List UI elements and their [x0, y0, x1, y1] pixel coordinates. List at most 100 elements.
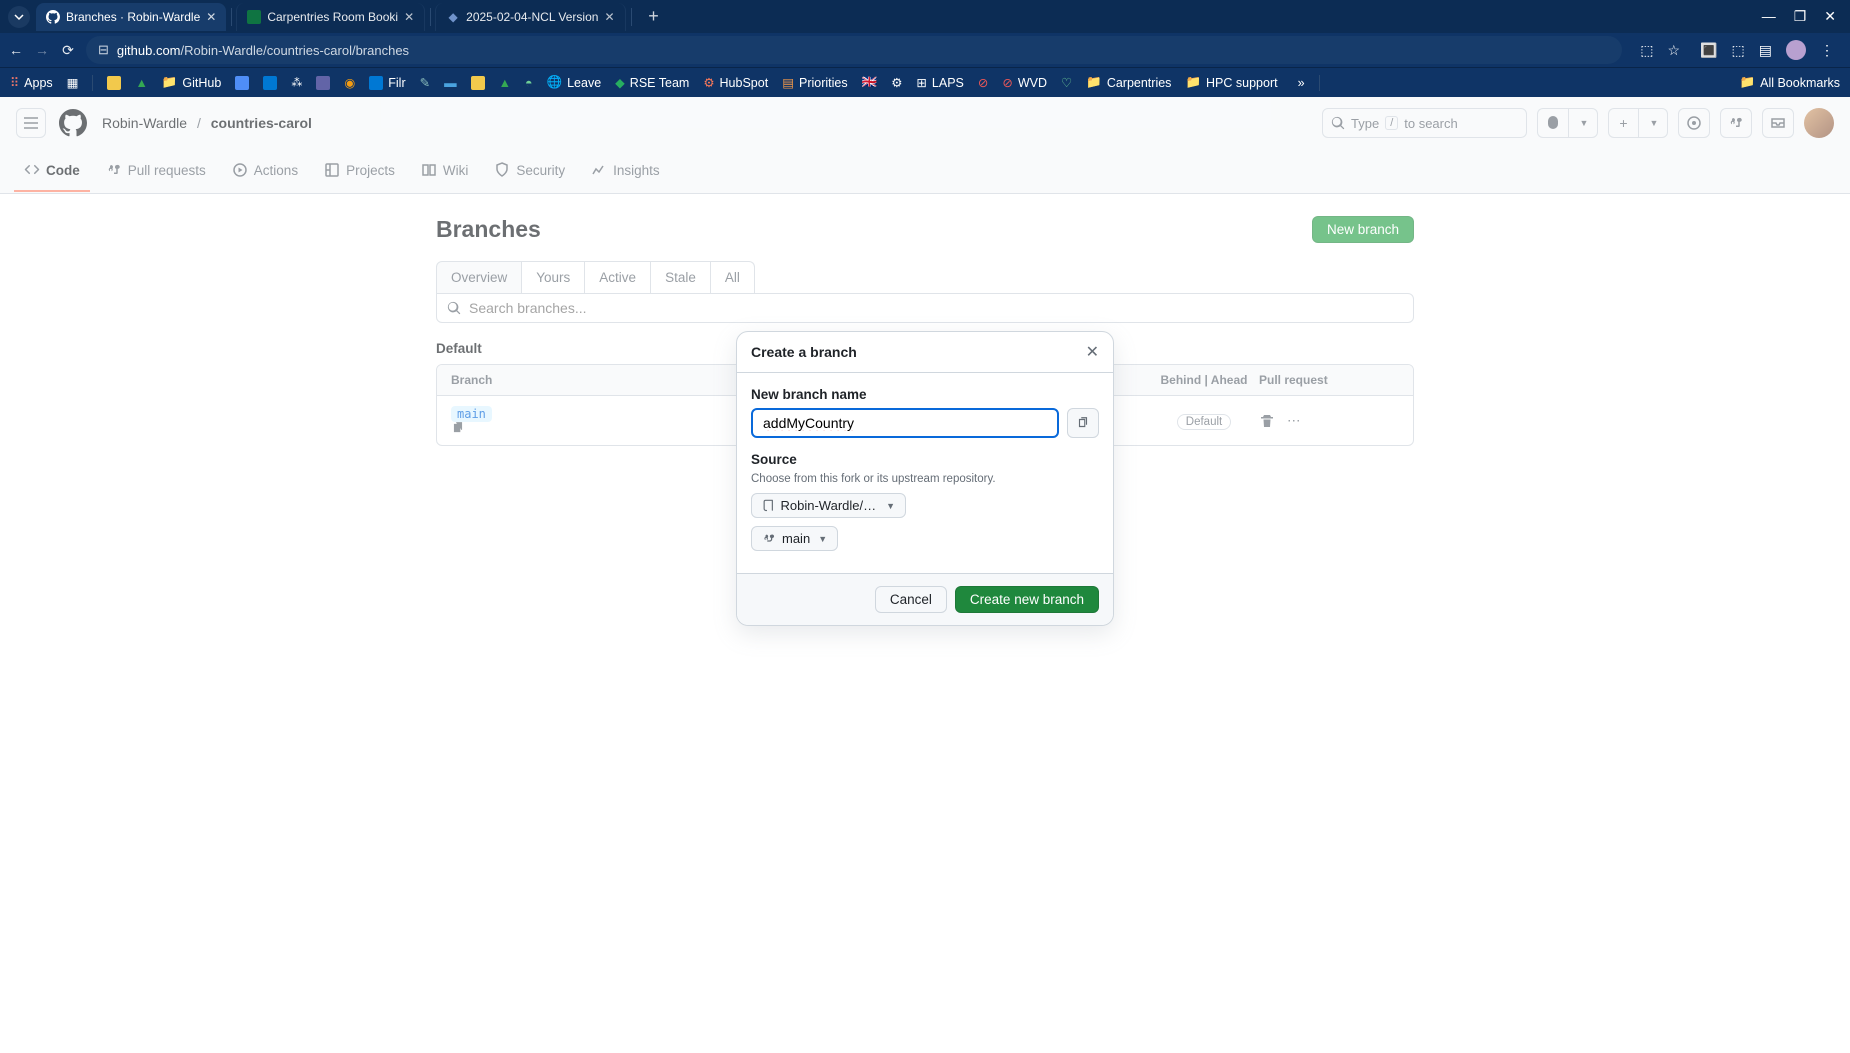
bookmark-hpc[interactable]: 📁HPC support [1185, 75, 1277, 90]
search-icon [1331, 116, 1345, 130]
bookmark-star-icon[interactable]: ☆ [1668, 42, 1681, 59]
subnav-all[interactable]: All [710, 261, 755, 293]
close-icon[interactable]: ✕ [604, 10, 614, 24]
bookmark-leave[interactable]: 🌐Leave [547, 75, 602, 90]
tab-title: Branches · Robin-Wardle [66, 10, 200, 24]
bookmark-wvd[interactable]: ⊘WVD [1002, 75, 1047, 90]
bookmark-github[interactable]: 📁GitHub [162, 75, 221, 90]
bookmark-item[interactable] [316, 76, 330, 90]
subnav-active[interactable]: Active [584, 261, 651, 293]
delete-branch-icon[interactable] [1259, 413, 1275, 429]
site-info-icon[interactable]: ⊟ [98, 42, 109, 58]
issues-button[interactable] [1678, 108, 1710, 138]
repo-tab-wiki[interactable]: Wiki [411, 150, 479, 192]
close-window-button[interactable]: ✕ [1824, 8, 1836, 25]
bookmark-bar: ⠿Apps ▦ ▲ 📁GitHub ⁂ ◉ Filr ✎ ▬ ▲ ◓ 🌐Leav… [0, 67, 1850, 97]
bookmark-item[interactable]: ▲ [499, 76, 511, 90]
close-icon[interactable]: ✕ [404, 10, 414, 24]
subnav-stale[interactable]: Stale [650, 261, 711, 293]
github-logo-icon[interactable] [58, 108, 88, 138]
apps-shortcut[interactable]: ⠿Apps [10, 75, 53, 90]
all-bookmarks[interactable]: 📁All Bookmarks [1740, 75, 1840, 90]
maximize-button[interactable]: ❐ [1794, 8, 1807, 25]
bookmark-filr[interactable]: Filr [369, 76, 405, 90]
tab-separator [231, 8, 232, 26]
excel-icon [247, 10, 261, 24]
branch-name-input[interactable] [751, 408, 1059, 438]
browser-tab[interactable]: ◆ 2025-02-04-NCL Version ✕ [435, 3, 625, 31]
bookmark-carpentries[interactable]: 📁Carpentries [1086, 75, 1171, 90]
bookmark-item[interactable]: 🇬🇧 [862, 75, 878, 90]
branch-kebab-icon[interactable]: ⋯ [1287, 413, 1301, 429]
github-icon [46, 10, 60, 24]
th-pull-request: Pull request [1259, 373, 1399, 387]
source-branch-dropdown[interactable]: main ▼ [751, 526, 838, 551]
branch-search-input[interactable] [469, 300, 1403, 316]
user-avatar[interactable] [1804, 108, 1834, 138]
repo-tab-actions[interactable]: Actions [222, 150, 308, 192]
bookmark-item[interactable] [107, 76, 121, 90]
url-bar[interactable]: ⊟ github.com/Robin-Wardle/countries-caro… [86, 36, 1622, 64]
bookmark-item[interactable]: ▬ [444, 76, 457, 90]
bookmark-overflow[interactable]: » [1298, 76, 1305, 90]
source-hint: Choose from this fork or its upstream re… [751, 473, 1099, 485]
bookmark-item[interactable] [263, 76, 277, 90]
profile-avatar[interactable] [1786, 40, 1806, 60]
bookmark-item[interactable]: ▲ [135, 76, 147, 90]
bookmark-item[interactable]: ⊘ [978, 75, 988, 90]
extensions-icon[interactable]: 🔳 [1700, 42, 1717, 59]
forward-button[interactable]: → [34, 42, 50, 58]
cancel-button[interactable]: Cancel [875, 586, 947, 613]
hamburger-menu[interactable] [16, 108, 46, 138]
close-icon[interactable]: ✕ [206, 10, 216, 24]
breadcrumb-owner[interactable]: Robin-Wardle [102, 115, 187, 131]
copy-branch-name-icon[interactable] [1067, 408, 1099, 438]
side-panel-icon[interactable]: ▤ [1759, 42, 1772, 59]
breadcrumb-repo[interactable]: countries-carol [211, 115, 312, 131]
bookmark-item[interactable]: ◓ [525, 76, 533, 90]
repo-tab-projects[interactable]: Projects [314, 150, 405, 192]
copilot-dropdown[interactable]: ▼ [1568, 108, 1598, 138]
back-button[interactable]: ← [8, 42, 24, 58]
copilot-button[interactable] [1537, 108, 1568, 138]
tab-search-button[interactable] [8, 6, 30, 28]
puzzle-icon[interactable]: ⬚ [1732, 42, 1745, 59]
repo-tab-security[interactable]: Security [484, 150, 575, 192]
create-new-branch-button[interactable]: Create new branch [955, 586, 1099, 613]
install-app-icon[interactable]: ⬚ [1640, 42, 1653, 59]
bookmark-rseteam[interactable]: ◆RSE Team [615, 75, 689, 90]
subnav-overview[interactable]: Overview [436, 261, 522, 293]
bookmark-item[interactable]: ✎ [420, 75, 430, 90]
global-search[interactable]: Type / to search [1322, 108, 1527, 138]
bookmark-item[interactable]: ♡ [1061, 75, 1072, 90]
bookmark-item[interactable] [235, 76, 249, 90]
bookmark-item[interactable]: ⁂ [291, 76, 302, 89]
create-new-dropdown[interactable]: ▼ [1638, 108, 1668, 138]
new-branch-button[interactable]: New branch [1312, 216, 1414, 243]
reload-button[interactable]: ⟳ [60, 42, 76, 59]
branch-name-chip[interactable]: main [451, 406, 492, 422]
url-path: /Robin-Wardle/countries-carol/branches [181, 43, 410, 58]
repo-tab-pullrequests[interactable]: Pull requests [96, 150, 216, 192]
source-repo-dropdown[interactable]: Robin-Wardle/co… ▼ [751, 493, 906, 518]
create-new-button[interactable]: + [1608, 108, 1638, 138]
bookmark-grid-icon[interactable]: ▦ [67, 75, 79, 90]
modal-close-icon[interactable]: ✕ [1086, 342, 1099, 362]
subnav-yours[interactable]: Yours [521, 261, 585, 293]
bookmark-hubspot[interactable]: ⚙HubSpot [703, 75, 768, 90]
kebab-menu-icon[interactable]: ⋮ [1820, 42, 1834, 59]
inbox-button[interactable] [1762, 108, 1794, 138]
new-tab-button[interactable]: + [642, 6, 666, 27]
bookmark-item[interactable]: ⚙ [891, 75, 902, 90]
bookmark-laps[interactable]: ⊞LAPS [916, 75, 963, 90]
minimize-button[interactable]: — [1762, 8, 1776, 25]
repo-tab-insights[interactable]: Insights [581, 150, 670, 192]
bookmark-item[interactable]: ◉ [344, 75, 355, 90]
bookmark-item[interactable] [471, 76, 485, 90]
repo-tab-code[interactable]: Code [14, 150, 90, 192]
branches-subnav: Overview Yours Active Stale All [436, 261, 1414, 293]
pull-requests-button[interactable] [1720, 108, 1752, 138]
browser-tab-active[interactable]: Branches · Robin-Wardle ✕ [36, 3, 226, 31]
browser-tab[interactable]: Carpentries Room Booki ✕ [236, 3, 425, 31]
bookmark-priorities[interactable]: ▤Priorities [782, 75, 847, 90]
